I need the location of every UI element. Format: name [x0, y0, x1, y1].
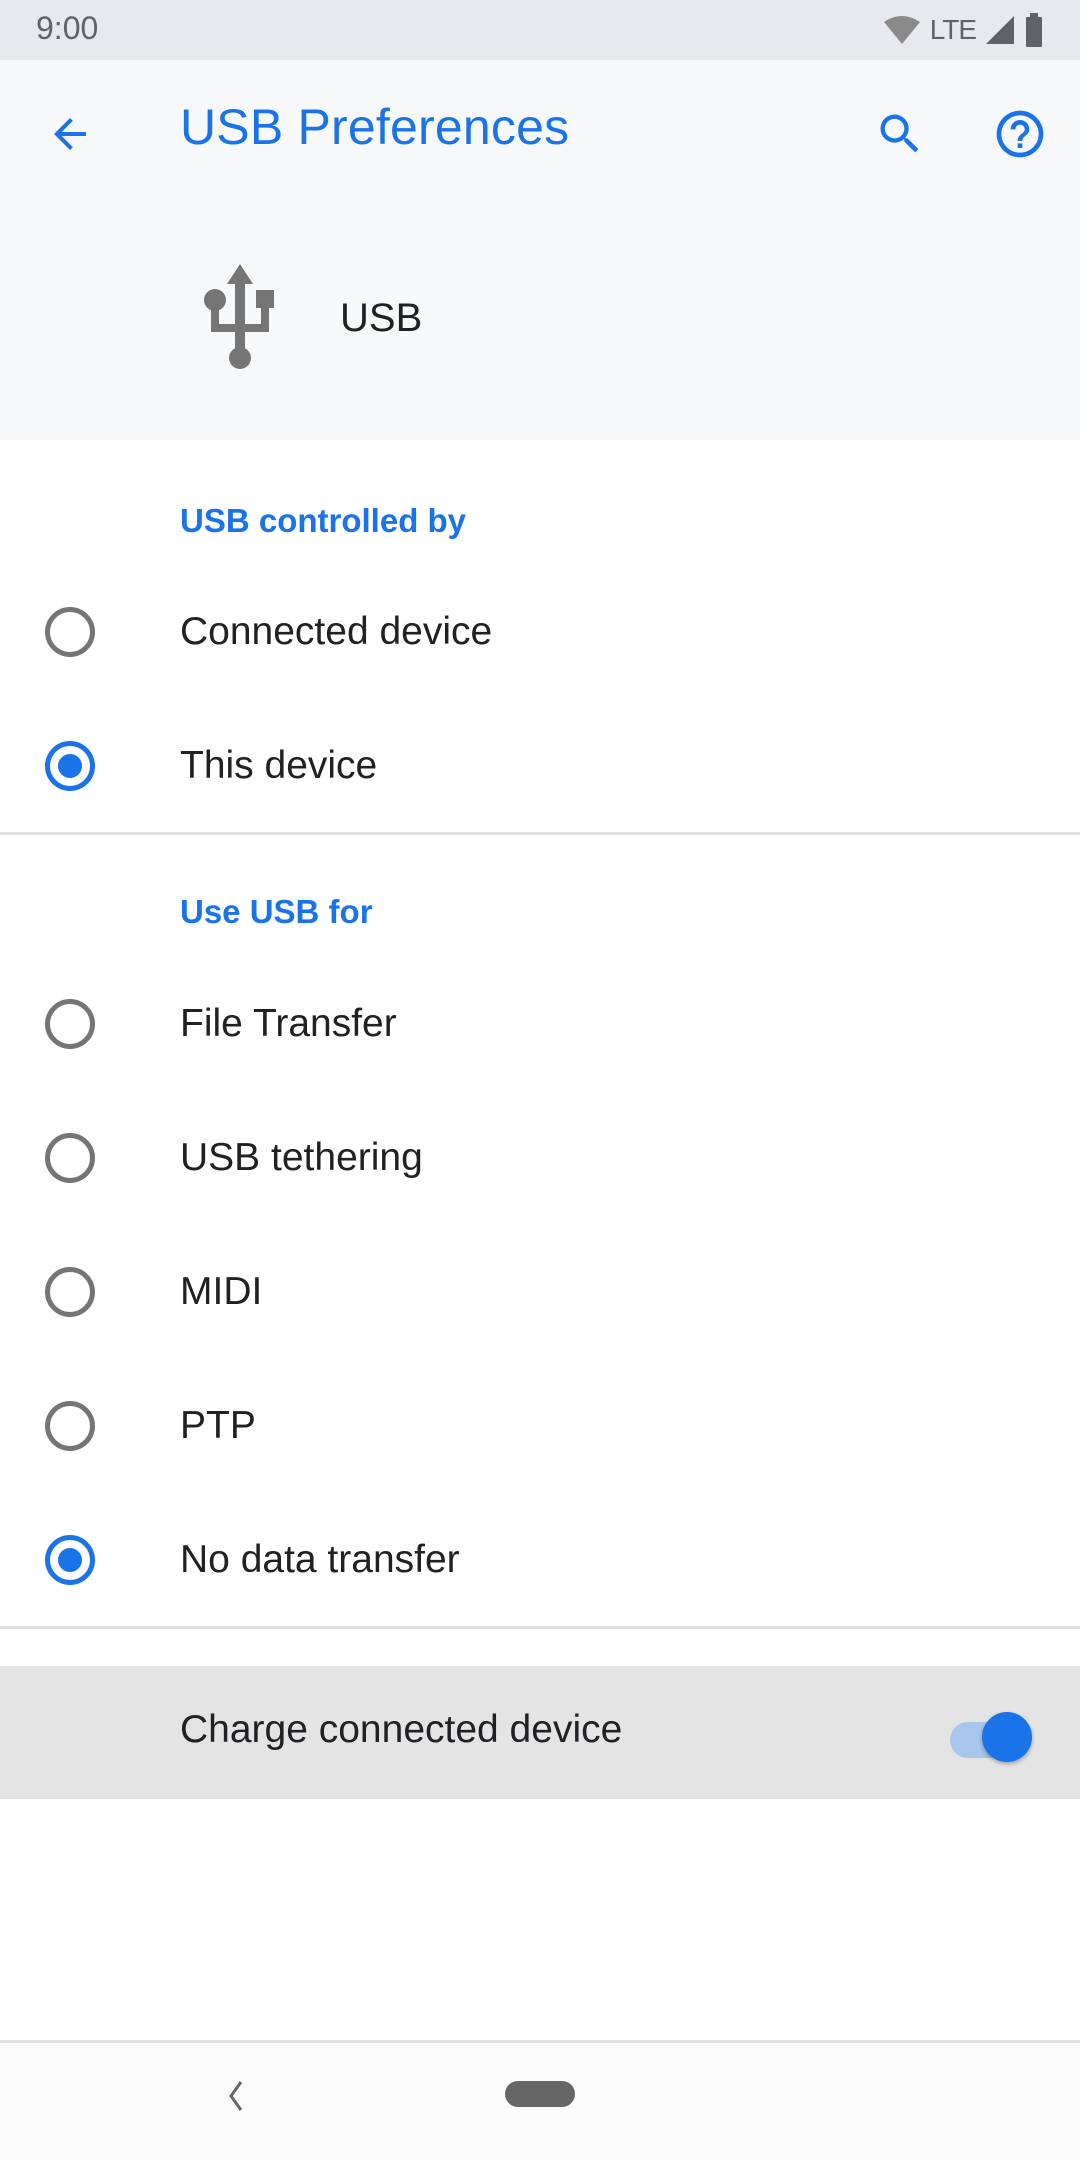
page-title: USB Preferences — [180, 99, 570, 155]
cell-signal-icon — [986, 16, 1014, 44]
usb-icon — [200, 262, 280, 374]
radio-button-unchecked-icon[interactable] — [45, 1267, 95, 1317]
radio-button-checked-icon[interactable] — [45, 1535, 95, 1585]
radio-option-label: USB tethering — [180, 1136, 423, 1179]
radio-button-unchecked-icon[interactable] — [45, 1401, 95, 1451]
charge-connected-device-switch[interactable] — [946, 1706, 1032, 1762]
help-button[interactable] — [990, 104, 1050, 164]
section-divider — [0, 1626, 1080, 1629]
radio-option-label: This device — [180, 744, 378, 787]
radio-option-label: No data transfer — [180, 1538, 460, 1581]
radio-button-unchecked-icon[interactable] — [45, 607, 95, 657]
section-title-use-usb-for: Use USB for — [180, 893, 373, 930]
nav-back-button[interactable] — [210, 2071, 260, 2121]
search-button[interactable] — [870, 104, 930, 164]
radio-option-connected-device[interactable]: Connected device — [0, 565, 1080, 699]
app-bar: USB Preferences — [0, 60, 1080, 440]
search-icon — [880, 114, 919, 153]
navigation-bar — [0, 2043, 1080, 2160]
radio-option-label: Connected device — [180, 610, 493, 653]
wifi-icon — [883, 16, 920, 44]
battery-icon — [1026, 13, 1042, 47]
nav-back-icon — [229, 2081, 243, 2111]
arrow-back-icon — [54, 118, 86, 150]
section-title-usb-controlled-by: USB controlled by — [180, 502, 467, 539]
radio-option-label: MIDI — [180, 1270, 263, 1313]
charge-connected-device-row[interactable]: Charge connected device — [0, 1666, 1080, 1799]
radio-option-file-transfer[interactable]: File Transfer — [0, 957, 1080, 1091]
nav-home-pill[interactable] — [505, 2081, 575, 2107]
radio-option-midi[interactable]: MIDI — [0, 1225, 1080, 1359]
back-button[interactable] — [40, 104, 100, 164]
help-icon — [996, 110, 1044, 158]
status-icons: LTE — [882, 12, 1044, 48]
radio-option-label: File Transfer — [180, 1002, 397, 1045]
radio-button-unchecked-icon[interactable] — [45, 999, 95, 1049]
radio-option-ptp[interactable]: PTP — [0, 1359, 1080, 1493]
radio-option-no-data-transfer[interactable]: No data transfer — [0, 1493, 1080, 1627]
status-bar: 9:00 LTE — [0, 0, 1080, 60]
radio-button-checked-icon[interactable] — [45, 741, 95, 791]
lte-text: LTE — [929, 14, 977, 45]
radio-option-this-device[interactable]: This device — [0, 699, 1080, 833]
status-time: 9:00 — [36, 10, 99, 46]
charge-connected-device-label: Charge connected device — [180, 1708, 623, 1751]
usb-header-label: USB — [340, 296, 423, 340]
radio-option-usb-tethering[interactable]: USB tethering — [0, 1091, 1080, 1225]
radio-button-unchecked-icon[interactable] — [45, 1133, 95, 1183]
section-divider — [0, 832, 1080, 835]
switch-thumb — [982, 1712, 1032, 1762]
radio-option-label: PTP — [180, 1404, 256, 1447]
